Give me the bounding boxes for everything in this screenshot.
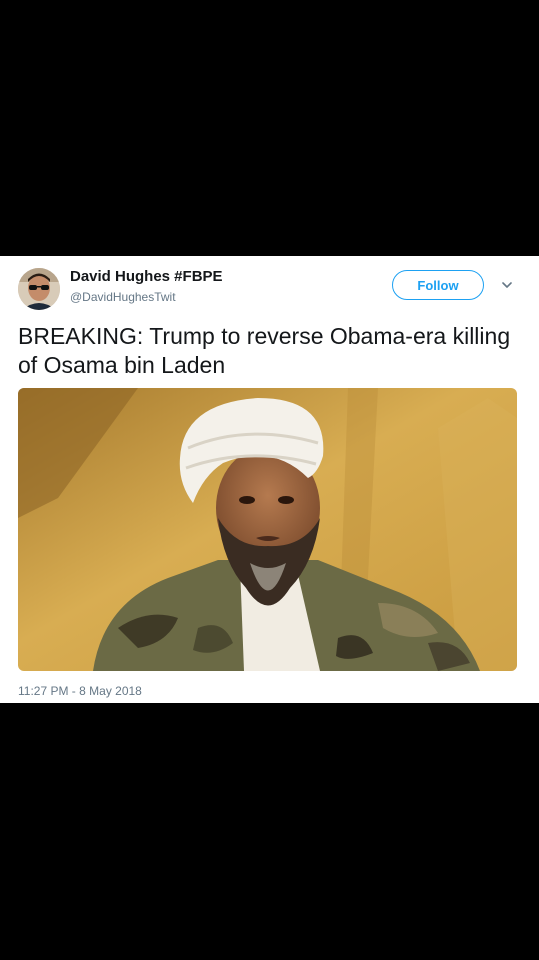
chevron-down-icon[interactable] bbox=[498, 276, 516, 294]
avatar[interactable] bbox=[18, 268, 60, 310]
follow-button[interactable]: Follow bbox=[392, 270, 484, 300]
tweet-card: David Hughes #FBPE @DavidHughesTwit Foll… bbox=[0, 256, 539, 703]
portrait-image bbox=[18, 388, 517, 671]
tweet-text: BREAKING: Trump to reverse Obama-era kil… bbox=[18, 323, 511, 378]
avatar-photo bbox=[18, 268, 60, 310]
tweet-photo[interactable] bbox=[18, 388, 517, 671]
display-name[interactable]: David Hughes #FBPE bbox=[70, 268, 223, 285]
user-handle[interactable]: @DavidHughesTwit bbox=[70, 290, 176, 304]
tweet-timestamp[interactable]: 11:27 PM - 8 May 2018 bbox=[18, 684, 142, 698]
